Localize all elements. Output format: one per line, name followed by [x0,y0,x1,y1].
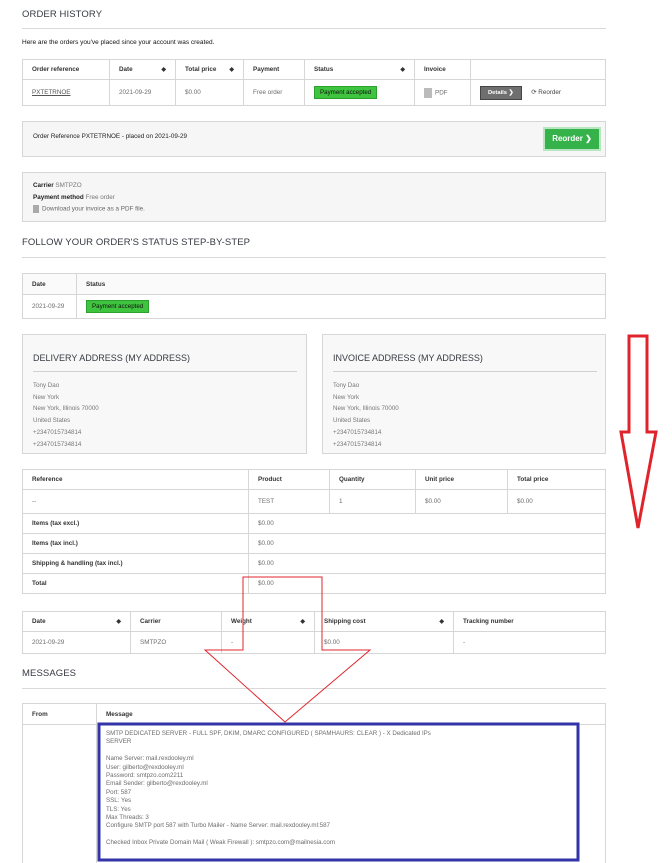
red-down-arrow [619,334,658,529]
red-funnel-arrow [203,576,372,723]
annotation-overlay [97,334,658,862]
blue-highlight-box [97,722,580,862]
